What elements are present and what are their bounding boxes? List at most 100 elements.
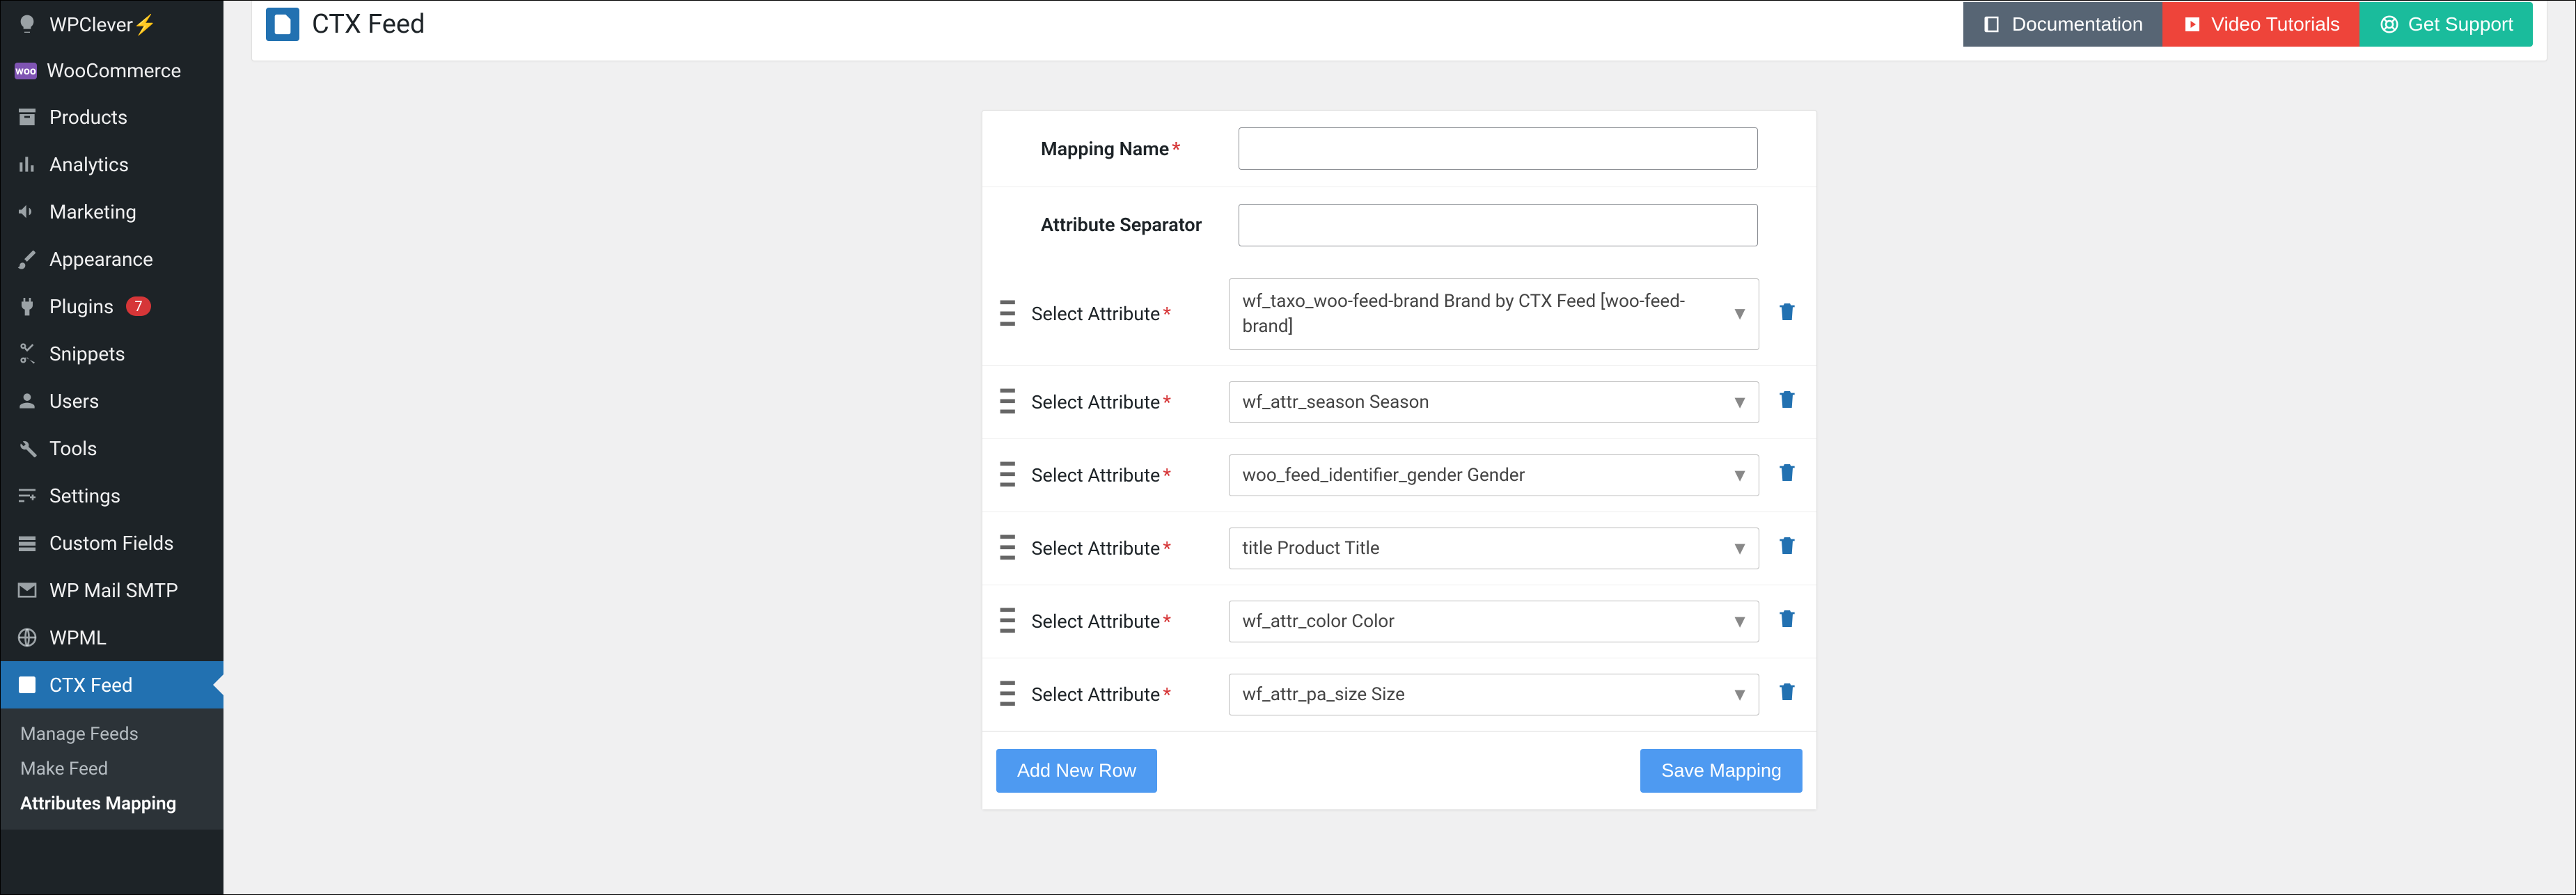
brush-icon bbox=[15, 246, 40, 271]
mapping-name-row: Mapping Name* bbox=[982, 111, 1816, 187]
sidebar-item-tools[interactable]: Tools bbox=[1, 425, 223, 472]
sidebar-sub-manage-feeds[interactable]: Manage Feeds bbox=[1, 717, 223, 752]
form-footer: Add New Row Save Mapping bbox=[982, 731, 1816, 809]
attribute-row: ━━━ Select Attribute* wf_attr_color Colo… bbox=[982, 585, 1816, 658]
mapping-name-label: Mapping Name* bbox=[1041, 138, 1222, 160]
drag-handle-icon[interactable]: ━━━ bbox=[1000, 532, 1014, 564]
sidebar-item-plugins[interactable]: Plugins 7 bbox=[1, 283, 223, 330]
sidebar-item-ctx-feed[interactable]: CTX Feed bbox=[1, 661, 223, 708]
header-buttons: Documentation Video Tutorials Get Suppor… bbox=[1963, 2, 2533, 47]
sidebar-item-wpml[interactable]: WPML bbox=[1, 614, 223, 661]
video-tutorials-label: Video Tutorials bbox=[2211, 13, 2340, 35]
delete-row-button[interactable] bbox=[1776, 388, 1798, 415]
attribute-row: ━━━ Select Attribute* wf_attr_pa_size Si… bbox=[982, 658, 1816, 731]
attribute-select[interactable]: wf_attr_color Color ▼ bbox=[1229, 601, 1759, 642]
lifebuoy-icon bbox=[2379, 14, 2400, 35]
mapping-name-input[interactable] bbox=[1239, 127, 1758, 170]
sidebar-item-custom-fields[interactable]: Custom Fields bbox=[1, 519, 223, 567]
attribute-select[interactable]: wf_attr_pa_size Size ▼ bbox=[1229, 674, 1759, 715]
scissors-icon bbox=[15, 341, 40, 366]
sidebar-label: Snippets bbox=[49, 342, 125, 365]
select-attribute-label: Select Attribute* bbox=[1031, 610, 1212, 633]
select-value: wf_attr_color Color bbox=[1242, 611, 1395, 632]
feed-icon bbox=[15, 672, 40, 697]
select-attribute-label: Select Attribute* bbox=[1031, 537, 1212, 560]
documentation-label: Documentation bbox=[2012, 13, 2143, 35]
globe-icon bbox=[15, 625, 40, 650]
video-tutorials-button[interactable]: Video Tutorials bbox=[2162, 2, 2359, 47]
admin-sidebar: WPClever⚡ woo WooCommerce Products Analy… bbox=[1, 1, 223, 894]
delete-row-button[interactable] bbox=[1776, 301, 1798, 328]
attribute-row: ━━━ Select Attribute* title Product Titl… bbox=[982, 512, 1816, 585]
sidebar-item-settings[interactable]: Settings bbox=[1, 472, 223, 519]
required-star: * bbox=[1163, 683, 1171, 706]
caret-down-icon: ▼ bbox=[1731, 464, 1749, 486]
sidebar-item-wpclever[interactable]: WPClever⚡ bbox=[1, 1, 223, 48]
page-header: CTX Feed Documentation Video Tutorials G… bbox=[251, 1, 2547, 61]
delete-row-button[interactable] bbox=[1776, 681, 1798, 708]
documentation-button[interactable]: Documentation bbox=[1963, 2, 2162, 47]
attribute-separator-input[interactable] bbox=[1239, 204, 1758, 246]
sidebar-item-snippets[interactable]: Snippets bbox=[1, 330, 223, 377]
drag-handle-icon[interactable]: ━━━ bbox=[1000, 605, 1014, 637]
select-value: wf_taxo_woo-feed-brand Brand by CTX Feed… bbox=[1242, 291, 1685, 337]
app-frame: WPClever⚡ woo WooCommerce Products Analy… bbox=[0, 0, 2576, 895]
delete-row-button[interactable] bbox=[1776, 608, 1798, 635]
required-star: * bbox=[1163, 537, 1171, 560]
sidebar-submenu: Manage Feeds Make Feed Attributes Mappin… bbox=[1, 708, 223, 830]
sidebar-item-wp-mail-smtp[interactable]: WP Mail SMTP bbox=[1, 567, 223, 614]
sidebar-label: CTX Feed bbox=[49, 674, 133, 697]
get-support-button[interactable]: Get Support bbox=[2359, 2, 2533, 47]
wrench-icon bbox=[15, 436, 40, 461]
drag-handle-icon[interactable]: ━━━ bbox=[1000, 679, 1014, 711]
caret-down-icon: ▼ bbox=[1731, 301, 1749, 326]
attribute-row: ━━━ Select Attribute* wf_taxo_woo-feed-b… bbox=[982, 263, 1816, 366]
user-icon bbox=[15, 388, 40, 413]
fields-icon bbox=[15, 530, 40, 555]
add-new-row-button[interactable]: Add New Row bbox=[996, 749, 1157, 793]
doc-icon bbox=[266, 8, 299, 41]
sidebar-item-appearance[interactable]: Appearance bbox=[1, 235, 223, 283]
attribute-select[interactable]: wf_attr_season Season ▼ bbox=[1229, 381, 1759, 423]
play-icon bbox=[2182, 14, 2203, 35]
attribute-select[interactable]: woo_feed_identifier_gender Gender ▼ bbox=[1229, 454, 1759, 496]
select-value: title Product Title bbox=[1242, 538, 1379, 559]
caret-down-icon: ▼ bbox=[1731, 683, 1749, 705]
required-star: * bbox=[1163, 464, 1171, 486]
sidebar-item-products[interactable]: Products bbox=[1, 93, 223, 141]
trash-icon bbox=[1776, 681, 1798, 703]
sidebar-label: Products bbox=[49, 106, 127, 129]
form-header-rows: Mapping Name* Attribute Separator bbox=[982, 111, 1816, 263]
attribute-row: ━━━ Select Attribute* woo_feed_identifie… bbox=[982, 439, 1816, 512]
select-value: wf_attr_pa_size Size bbox=[1242, 684, 1404, 705]
sidebar-label: Users bbox=[49, 390, 99, 413]
drag-handle-icon[interactable]: ━━━ bbox=[1000, 386, 1014, 418]
save-mapping-button[interactable]: Save Mapping bbox=[1640, 749, 1803, 793]
trash-icon bbox=[1776, 388, 1798, 411]
mapping-form-card: Mapping Name* Attribute Separator bbox=[982, 110, 1817, 810]
sidebar-item-woocommerce[interactable]: woo WooCommerce bbox=[1, 48, 223, 93]
sidebar-label: Tools bbox=[49, 437, 97, 460]
select-attribute-label: Select Attribute* bbox=[1031, 464, 1212, 486]
attribute-separator-label: Attribute Separator bbox=[1041, 213, 1222, 237]
sidebar-sub-attributes-mapping[interactable]: Attributes Mapping bbox=[1, 786, 223, 821]
attribute-select[interactable]: wf_taxo_woo-feed-brand Brand by CTX Feed… bbox=[1229, 278, 1759, 350]
get-support-label: Get Support bbox=[2408, 13, 2513, 35]
delete-row-button[interactable] bbox=[1776, 461, 1798, 489]
required-star: * bbox=[1163, 391, 1171, 413]
megaphone-icon bbox=[15, 199, 40, 224]
drag-handle-icon[interactable]: ━━━ bbox=[1000, 459, 1014, 491]
attribute-separator-row: Attribute Separator bbox=[982, 187, 1816, 263]
caret-down-icon: ▼ bbox=[1731, 610, 1749, 632]
plug-icon bbox=[15, 294, 40, 319]
sidebar-sub-make-feed[interactable]: Make Feed bbox=[1, 752, 223, 786]
sidebar-item-analytics[interactable]: Analytics bbox=[1, 141, 223, 188]
sidebar-item-marketing[interactable]: Marketing bbox=[1, 188, 223, 235]
caret-down-icon: ▼ bbox=[1731, 391, 1749, 413]
sidebar-label: Appearance bbox=[49, 248, 153, 271]
drag-handle-icon[interactable]: ━━━ bbox=[1000, 298, 1014, 330]
delete-row-button[interactable] bbox=[1776, 534, 1798, 562]
sidebar-label: WPML bbox=[49, 626, 107, 649]
sidebar-item-users[interactable]: Users bbox=[1, 377, 223, 425]
attribute-select[interactable]: title Product Title ▼ bbox=[1229, 528, 1759, 569]
